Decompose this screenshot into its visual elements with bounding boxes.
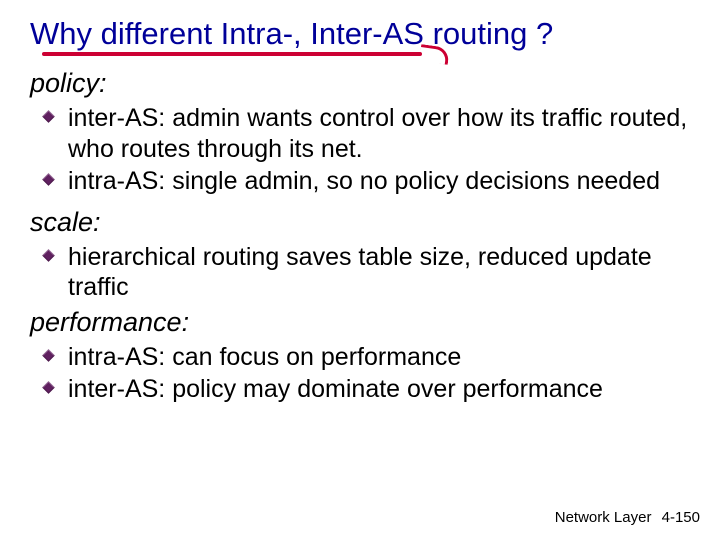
section-heading-policy: policy: [30, 68, 690, 99]
diamond-icon [42, 173, 55, 186]
list-item: inter-AS: policy may dominate over perfo… [44, 374, 690, 405]
bullet-text: inter-AS: admin wants control over how i… [68, 104, 687, 163]
bullet-list-scale: hierarchical routing saves table size, r… [30, 242, 690, 303]
bullet-text: inter-AS: policy may dominate over perfo… [68, 375, 603, 403]
slide-title: Why different Intra-, Inter-AS routing ? [30, 14, 690, 54]
diamond-icon [42, 110, 55, 123]
list-item: hierarchical routing saves table size, r… [44, 242, 690, 303]
section-heading-scale: scale: [30, 207, 690, 238]
footer-page-number: 4-150 [662, 509, 700, 526]
slide: Why different Intra-, Inter-AS routing ?… [0, 0, 720, 540]
bullet-text: intra-AS: can focus on performance [68, 343, 461, 371]
title-underline [30, 50, 690, 64]
footer-chapter: Network Layer [555, 509, 652, 526]
list-item: intra-AS: can focus on performance [44, 342, 690, 373]
bullet-text: hierarchical routing saves table size, r… [68, 243, 652, 302]
diamond-icon [42, 381, 55, 394]
section-heading-performance: performance: [30, 307, 690, 338]
list-item: inter-AS: admin wants control over how i… [44, 103, 690, 164]
bullet-text: intra-AS: single admin, so no policy dec… [68, 167, 660, 195]
list-item: intra-AS: single admin, so no policy dec… [44, 166, 690, 197]
bullet-list-policy: inter-AS: admin wants control over how i… [30, 103, 690, 197]
slide-footer: Network Layer 4-150 [555, 509, 700, 526]
diamond-icon [42, 349, 55, 362]
bullet-list-performance: intra-AS: can focus on performance inter… [30, 342, 690, 405]
underline-stroke [42, 52, 422, 56]
diamond-icon [42, 249, 55, 262]
